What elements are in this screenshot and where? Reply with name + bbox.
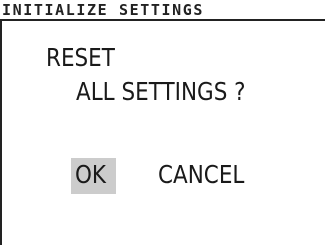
cancel-button-label: CANCEL (158, 160, 245, 189)
ok-button[interactable]: OK (71, 158, 116, 194)
title-bar: INITIALIZE SETTINGS (0, 0, 325, 21)
ok-button-label: OK (75, 160, 107, 189)
cancel-button[interactable]: CANCEL (154, 158, 262, 194)
initialize-settings-dialog: INITIALIZE SETTINGS RESET ALL SETTINGS ?… (0, 0, 325, 245)
confirm-message-line-2: ALL SETTINGS ? (76, 77, 246, 106)
dialog-title: INITIALIZE SETTINGS (2, 1, 204, 19)
confirm-message-line-1: RESET (46, 43, 115, 72)
left-border (0, 19, 2, 245)
